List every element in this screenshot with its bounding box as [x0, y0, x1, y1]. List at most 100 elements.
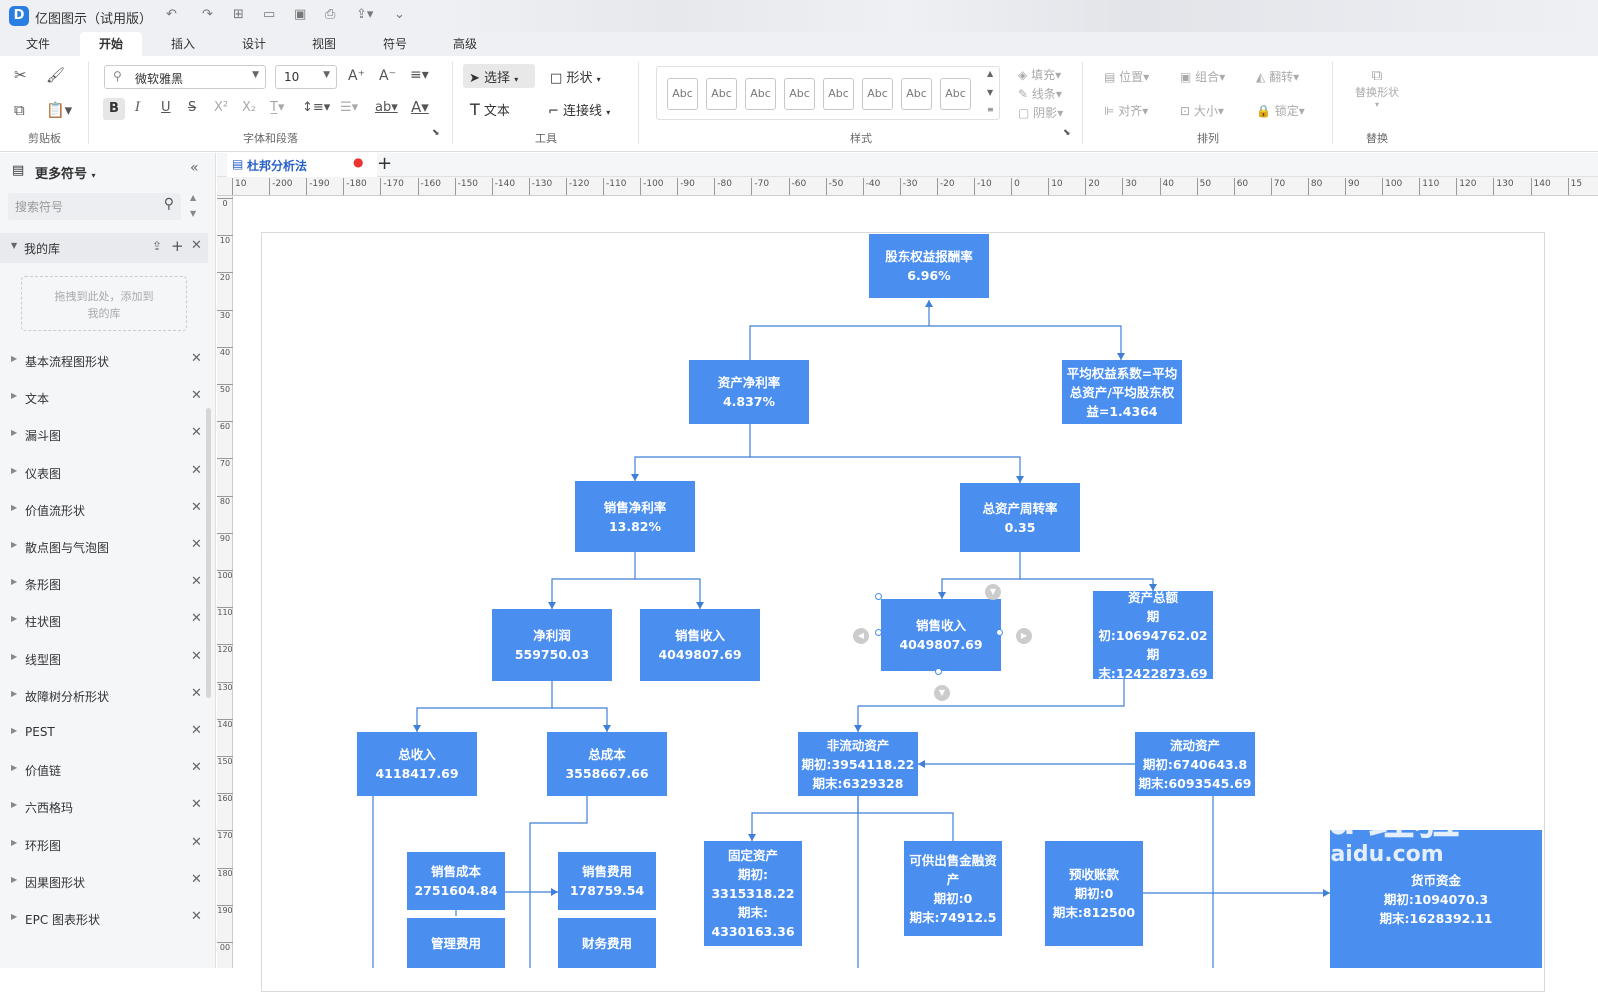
library-item[interactable]: ▶ 柱状图 ✕ [0, 611, 208, 633]
library-item[interactable]: ▶ 价值流形状 ✕ [0, 500, 208, 522]
node-noncurrent-assets[interactable]: 非流动资产 期初:3954118.22 期末:6329328 [798, 732, 918, 796]
selection-handle[interactable] [875, 593, 882, 600]
library-item[interactable]: ▶ 环形图 ✕ [0, 835, 208, 857]
node-total-cost[interactable]: 总成本 3558667.66 [547, 732, 667, 796]
nav-right-icon[interactable]: ▶ [1016, 628, 1032, 644]
library-item[interactable]: ▶ 散点图与气泡图 ✕ [0, 537, 208, 559]
shrink-font-icon[interactable]: A⁻ [379, 68, 396, 84]
select-tool-button[interactable]: ➤ 选择 ▾ [463, 64, 535, 88]
scroll-up-icon[interactable]: ▲ [190, 193, 196, 202]
tab-symbol[interactable]: 符号 [383, 35, 407, 52]
style-swatch[interactable]: Abc [940, 78, 971, 110]
align-button[interactable]: ⊫ 对齐▾ [1104, 102, 1148, 119]
library-item[interactable]: ▶ PEST ✕ [0, 723, 208, 745]
close-icon[interactable]: ✕ [191, 574, 202, 589]
node-asset-turnover[interactable]: 总资产周转率 0.35 [960, 483, 1080, 552]
library-item[interactable]: ▶ 故障树分析形状 ✕ [0, 686, 208, 708]
close-icon[interactable]: ✕ [191, 909, 202, 924]
node-cost-of-sales[interactable]: 销售成本 2751604.84 [407, 852, 505, 910]
close-icon[interactable]: ✕ [191, 723, 202, 738]
node-net-profit[interactable]: 净利润 559750.03 [492, 609, 612, 681]
grow-font-icon[interactable]: A⁺ [348, 68, 365, 84]
close-icon[interactable]: ✕ [191, 238, 202, 253]
node-net-margin[interactable]: 销售净利率 13.82% [575, 481, 695, 552]
scroll-down-icon[interactable]: ▼ [190, 209, 196, 218]
node-total-revenue[interactable]: 总收入 4118417.69 [357, 732, 477, 796]
connector-tool-button[interactable]: ⌐ 连接线 ▾ [548, 100, 610, 119]
cut-icon[interactable]: ✂ [14, 66, 27, 84]
node-sales-revenue-b[interactable]: 销售收入 4049807.69 [881, 599, 1001, 671]
font-color-icon[interactable]: A▾ [411, 98, 429, 116]
print-icon[interactable]: ⎙ [325, 7, 335, 22]
close-icon[interactable]: ✕ [191, 797, 202, 812]
close-icon[interactable]: ✕ [191, 425, 202, 440]
tab-file[interactable]: 文件 [26, 35, 50, 52]
gallery-more-icon[interactable]: ≡ [987, 105, 994, 114]
style-swatch[interactable]: Abc [706, 78, 737, 110]
bold-icon[interactable]: B [103, 98, 125, 120]
paste-icon[interactable]: 📋▾ [46, 101, 72, 119]
text-case-icon[interactable]: T̲▾ [270, 100, 284, 115]
open-folder-icon[interactable]: ▭ [263, 7, 275, 22]
gallery-up-icon[interactable]: ▲ [987, 69, 993, 78]
italic-icon[interactable]: I [135, 100, 140, 115]
close-icon[interactable]: ✕ [191, 649, 202, 664]
gallery-down-icon[interactable]: ▼ [987, 88, 993, 97]
nav-left-icon[interactable]: ◀ [853, 628, 869, 644]
style-settings-icon[interactable]: ⬊ [1063, 128, 1071, 138]
fill-button[interactable]: ◈ 填充▾ [1018, 66, 1061, 83]
import-icon[interactable]: ⇪ [152, 239, 162, 253]
line-button[interactable]: ✎ 线条▾ [1018, 85, 1062, 102]
group-button[interactable]: ▣ 组合▾ [1180, 68, 1225, 85]
close-icon[interactable]: ✕ [191, 351, 202, 366]
library-item[interactable]: ▶ 漏斗图 ✕ [0, 425, 208, 447]
style-swatch[interactable]: Abc [667, 78, 698, 110]
flip-button[interactable]: ◭ 翻转▾ [1256, 68, 1299, 85]
style-swatch[interactable]: Abc [745, 78, 776, 110]
node-sales-revenue-a[interactable]: 销售收入 4049807.69 [640, 609, 760, 681]
library-drop-zone[interactable]: 拖拽到此处，添加到我的库 [21, 276, 187, 331]
node-finance-expense[interactable]: 财务费用 [558, 918, 656, 968]
copy-icon[interactable]: ⧉ [14, 101, 25, 119]
close-icon[interactable]: ✕ [191, 388, 202, 403]
node-equity-multiplier[interactable]: 平均权益系数=平均总资产/平均股东权益=1.4364 [1062, 360, 1182, 424]
style-swatch[interactable]: Abc [862, 78, 893, 110]
shadow-button[interactable]: ▢ 阴影▾ [1018, 104, 1063, 121]
close-icon[interactable]: ✕ [191, 500, 202, 515]
lock-button[interactable]: 🔒 锁定▾ [1256, 102, 1305, 119]
position-button[interactable]: ▤ 位置▾ [1104, 68, 1149, 85]
my-library-header[interactable]: ▼ 我的库 ⇪ + ✕ [0, 233, 208, 263]
line-spacing-icon[interactable]: ↕≡▾ [302, 100, 330, 115]
save-icon[interactable]: ▣ [294, 7, 306, 22]
tab-insert[interactable]: 插入 [171, 35, 195, 52]
superscript-icon[interactable]: X² [214, 100, 228, 115]
close-icon[interactable]: ✕ [191, 537, 202, 552]
highlight-icon[interactable]: ab▾ [375, 100, 398, 115]
subscript-icon[interactable]: X₂ [242, 100, 256, 115]
size-button[interactable]: ⊡ 大小▾ [1180, 102, 1224, 119]
style-swatch[interactable]: Abc [784, 78, 815, 110]
library-item[interactable]: ▶ 六西格玛 ✕ [0, 797, 208, 819]
new-tab-icon[interactable]: + [377, 153, 392, 174]
font-settings-icon[interactable]: ⬊ [432, 128, 440, 138]
node-roe[interactable]: 股东权益报酬率 6.96% [869, 234, 989, 298]
close-icon[interactable]: ✕ [191, 760, 202, 775]
library-item[interactable]: ▶ EPC 图表形状 ✕ [0, 909, 208, 931]
add-icon[interactable]: + [171, 237, 184, 255]
library-item[interactable]: ▶ 线型图 ✕ [0, 649, 208, 671]
selection-handle[interactable] [935, 668, 942, 675]
close-icon[interactable]: ✕ [191, 611, 202, 626]
node-management-expense[interactable]: 管理费用 [407, 918, 505, 968]
format-painter-icon[interactable]: 🖌 [46, 66, 65, 84]
library-item[interactable]: ▶ 文本 ✕ [0, 388, 208, 410]
node-total-assets[interactable]: 资产总额 期初:10694762.02 期末:12422873.69 [1093, 590, 1213, 681]
node-advance-receipts[interactable]: 预收账款 期初:0 期末:812500 [1045, 841, 1143, 946]
close-icon[interactable]: ✕ [191, 872, 202, 887]
replace-shape-button[interactable]: ⧉ 替换形状 ▾ [1350, 66, 1404, 109]
collapse-panel-icon[interactable]: « [190, 160, 199, 176]
redo-icon[interactable]: ↷ [202, 7, 213, 22]
bullets-icon[interactable]: ☰▾ [340, 100, 358, 115]
more-symbols-title[interactable]: 更多符号 ▾ [35, 163, 96, 182]
more-icon[interactable]: ⌄ [394, 7, 405, 22]
library-item[interactable]: ▶ 条形图 ✕ [0, 574, 208, 596]
